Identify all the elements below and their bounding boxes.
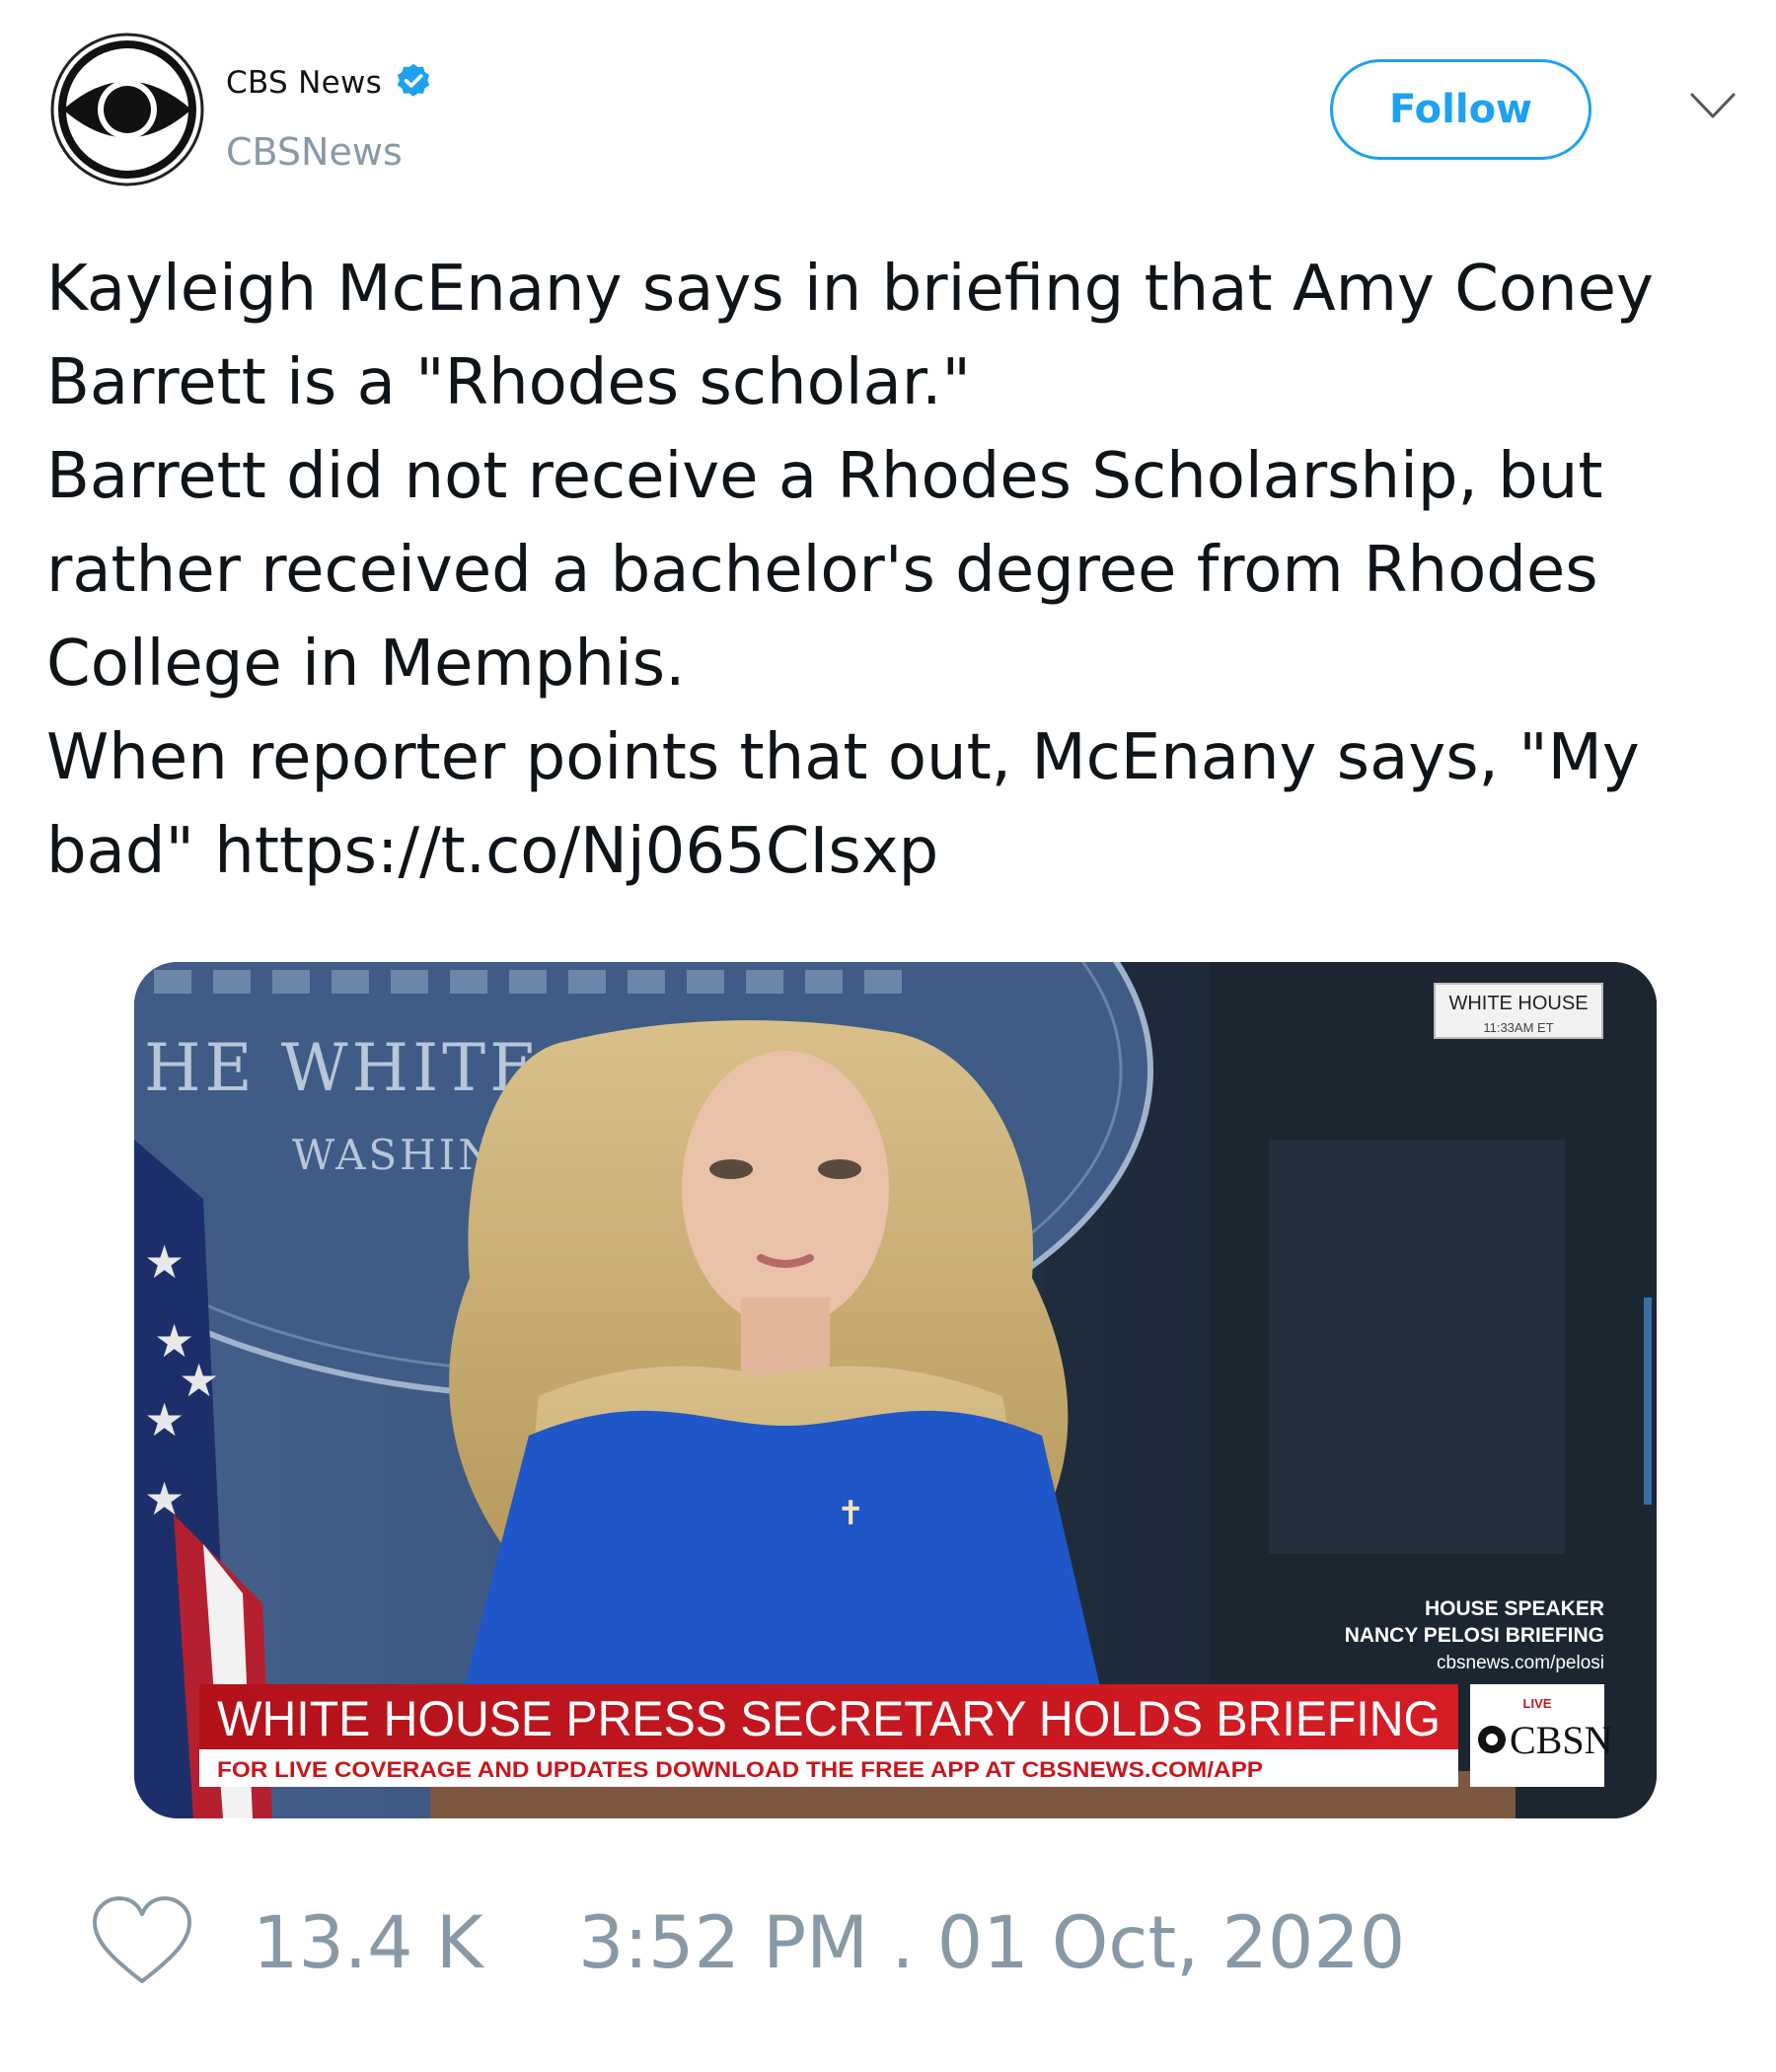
side-note-line2: NANCY PELOSI BRIEFING: [1345, 1624, 1604, 1647]
tweet-text: Kayleigh McEnany says in briefing that A…: [46, 243, 1743, 899]
location-time: 11:33AM ET: [1483, 1020, 1553, 1035]
live-label: LIVE: [1523, 1696, 1552, 1711]
tweet-media-image[interactable]: HE WHITE HOU WASHINGTON ★ ★ ★ ★ ★ ✝ WHIT…: [134, 962, 1657, 1818]
network-badge: LIVE CBSN: [1470, 1684, 1613, 1787]
location-box: WHITE HOUSE 11:33AM ET: [1434, 983, 1603, 1039]
tweet-paragraph[interactable]: When reporter points that out, McEnany s…: [46, 711, 1743, 899]
tweet-footer: 13.4 K 3:52 PM . 01 Oct, 2020: [0, 1875, 1776, 2013]
network-name: CBSN: [1510, 1718, 1613, 1762]
lower-third-subline: FOR LIVE COVERAGE AND UPDATES DOWNLOAD T…: [217, 1757, 1263, 1782]
lower-third-headline: WHITE HOUSE PRESS SECRETARY HOLDS BRIEFI…: [217, 1691, 1441, 1746]
chevron-down-icon[interactable]: [1689, 91, 1737, 120]
video-frame: HE WHITE HOU WASHINGTON ★ ★ ★ ★ ★ ✝ WHIT…: [134, 962, 1657, 1818]
location-title: WHITE HOUSE: [1448, 993, 1588, 1014]
avatar[interactable]: [49, 32, 205, 187]
verified-badge-icon: [397, 63, 430, 97]
account-name-row: CBS News: [226, 61, 435, 105]
tweet-paragraph: Kayleigh McEnany says in briefing that A…: [46, 253, 1674, 419]
tweet-timestamp[interactable]: 3:52 PM . 01 Oct, 2020: [578, 1904, 1405, 1983]
account-handle[interactable]: CBSNews: [226, 130, 403, 174]
tweet-header: CBS News CBSNews Follow: [0, 0, 1776, 197]
lower-third-banner: WHITE HOUSE PRESS SECRETARY HOLDS BRIEFI…: [199, 1684, 1458, 1787]
side-note-line3: cbsnews.com/pelosi: [1437, 1653, 1604, 1673]
like-count[interactable]: 13.4 K: [253, 1904, 483, 1983]
svg-text:★: ★: [144, 1235, 185, 1289]
svg-text:✝: ✝: [837, 1494, 865, 1533]
side-note-line1: HOUSE SPEAKER: [1425, 1597, 1604, 1620]
display-name[interactable]: CBS News: [226, 65, 382, 101]
svg-text:★: ★: [179, 1354, 219, 1407]
heart-icon[interactable]: [89, 1894, 195, 1989]
follow-button[interactable]: Follow: [1330, 59, 1591, 160]
svg-text:★: ★: [144, 1472, 185, 1525]
tweet-paragraph: Barrett did not receive a Rhodes Scholar…: [46, 440, 1623, 701]
